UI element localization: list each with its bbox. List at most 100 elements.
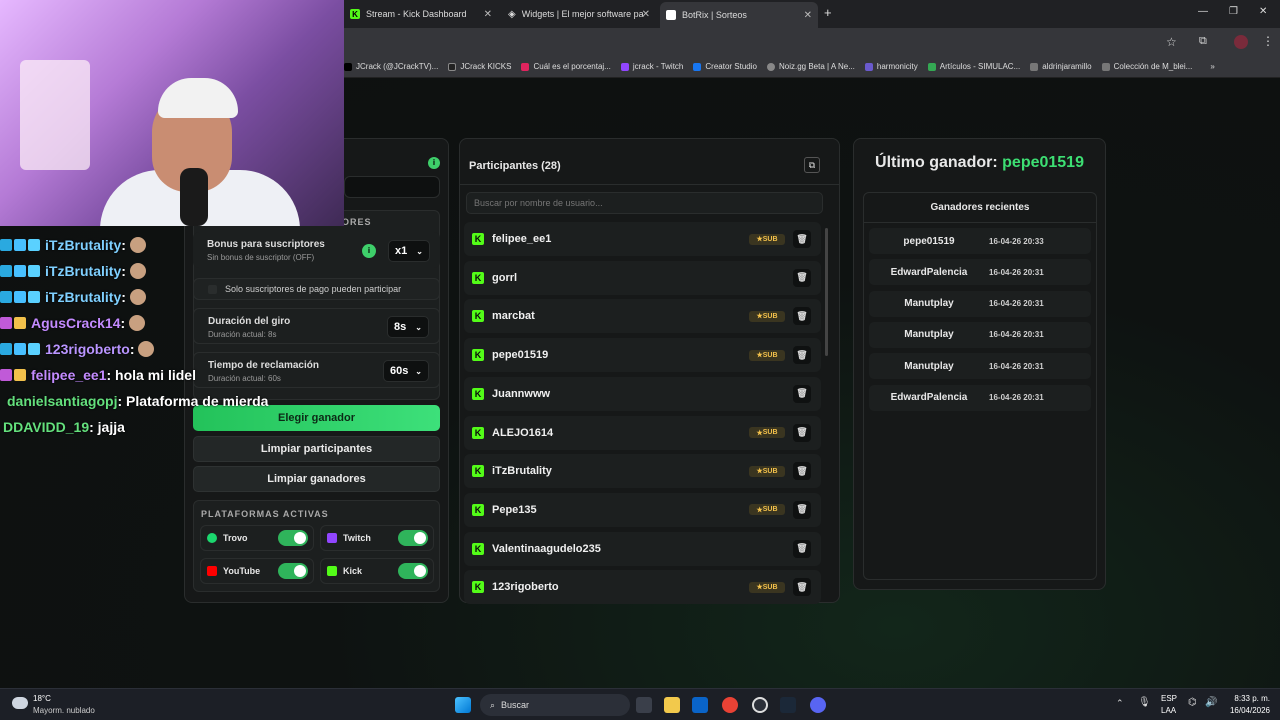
- last-winner-heading: Último ganador: pepe01519: [853, 154, 1106, 172]
- only-subs-label: Solo suscriptores de pago pueden partici…: [225, 284, 402, 294]
- profile-icon[interactable]: [1234, 35, 1248, 49]
- twitch-toggle[interactable]: [398, 530, 428, 546]
- participant-row: Kfelipee_ee1 ★ SUB 🗑: [464, 222, 821, 256]
- close-icon[interactable]: ✕: [484, 9, 492, 20]
- bookmark[interactable]: Artículos - SIMULAC...: [927, 62, 1020, 71]
- only-subs-row[interactable]: Solo suscriptores de pago pueden partici…: [193, 278, 440, 300]
- bookmark[interactable]: harmonicity: [864, 62, 918, 71]
- youtube-toggle[interactable]: [278, 563, 308, 579]
- kick-icon: K: [350, 9, 360, 19]
- sub-badge: ★ SUB: [749, 465, 785, 477]
- new-tab-icon[interactable]: +: [824, 5, 832, 20]
- last-winner-label: Último ganador:: [875, 154, 998, 171]
- trash-icon[interactable]: 🗑: [793, 578, 811, 597]
- trash-icon[interactable]: 🗑: [793, 230, 811, 248]
- kick-icon: K: [472, 233, 484, 245]
- participant-row: K ALEJO1614 ★ SUB 🗑: [464, 415, 821, 450]
- lang-secondary[interactable]: LAA: [1161, 706, 1176, 715]
- copy-icon[interactable]: ⧉: [804, 157, 820, 173]
- taskbar-search[interactable]: ⌕ Buscar: [480, 694, 630, 716]
- sub-badge: ★ SUB: [749, 233, 785, 245]
- info-icon[interactable]: i: [428, 157, 440, 169]
- bookmark[interactable]: Creator Studio: [693, 62, 757, 71]
- trash-icon[interactable]: 🗑: [793, 384, 811, 403]
- chat-username: AgusCrack14: [31, 315, 121, 331]
- close-icon[interactable]: ✕: [642, 9, 650, 20]
- volume-icon[interactable]: 🔊: [1205, 697, 1217, 708]
- minimize-icon[interactable]: —: [1198, 6, 1208, 17]
- trash-icon[interactable]: 🗑: [793, 462, 811, 481]
- participant-row: Kpepe01519 ★ SUB 🗑: [464, 338, 821, 373]
- clock-date[interactable]: 16/04/2026: [1222, 706, 1270, 715]
- lang-primary[interactable]: ESP: [1161, 694, 1177, 703]
- chevron-up-icon[interactable]: ⌃: [1116, 698, 1124, 709]
- clear-winners-button[interactable]: Limpiar ganadores: [193, 466, 440, 492]
- clear-participants-button[interactable]: Limpiar participantes: [193, 436, 440, 462]
- spin-select[interactable]: 8s ⌄: [387, 316, 429, 338]
- bookmark[interactable]: JCrack (@JCrackTV)...: [344, 62, 438, 71]
- youtube-icon: [207, 566, 217, 576]
- trash-icon[interactable]: 🗑: [793, 268, 811, 287]
- winner-date: 16-04-26 20:31: [989, 330, 1044, 340]
- participant-search-input[interactable]: [466, 192, 823, 214]
- mic-icon[interactable]: 🎙: [1138, 697, 1151, 708]
- bookmark[interactable]: Colección de M_blei...: [1101, 62, 1192, 71]
- close-window-icon[interactable]: ✕: [1259, 6, 1267, 17]
- settings-input[interactable]: [344, 176, 440, 198]
- clock-time[interactable]: 8:33 p. m.: [1226, 694, 1270, 703]
- trash-icon[interactable]: 🗑: [793, 346, 811, 365]
- bonus-select[interactable]: x1 ⌄: [388, 240, 430, 262]
- participant-row: K Pepe135 ★ SUB 🗑: [464, 492, 821, 527]
- tab-kick-dashboard[interactable]: K Stream - Kick Dashboard ✕: [344, 4, 498, 24]
- winner-row: Manutplay 16-04-26 20:31: [869, 321, 1091, 348]
- bookmark[interactable]: Noiz.gg Beta | A Ne...: [766, 62, 855, 71]
- trash-icon[interactable]: 🗑: [793, 500, 811, 519]
- kick-icon: K: [472, 426, 484, 439]
- trash-icon[interactable]: 🗑: [793, 307, 811, 326]
- info-icon[interactable]: i: [362, 244, 376, 258]
- winner-date: 16-04-26 20:31: [989, 393, 1044, 402]
- weather-desc: Mayorm. nublado: [33, 706, 95, 715]
- chat-text: :: [121, 237, 126, 253]
- network-icon[interactable]: ⌬: [1188, 697, 1197, 708]
- windows-start-icon[interactable]: [455, 697, 471, 713]
- maximize-icon[interactable]: ❐: [1229, 6, 1238, 17]
- steam-icon[interactable]: [780, 697, 796, 713]
- obs-icon[interactable]: [752, 697, 768, 713]
- trovo-toggle[interactable]: [278, 530, 308, 546]
- bookmark[interactable]: Cuál es el porcentaj...: [521, 62, 611, 71]
- platform-trovo: Trovo: [200, 525, 314, 551]
- kick-icon: K: [472, 581, 484, 594]
- mail-icon[interactable]: [692, 697, 708, 713]
- badge-icon: [0, 239, 12, 251]
- tab-label: Widgets | El mejor software pa: [521, 9, 644, 19]
- winner-date: 16-04-26 20:33: [989, 236, 1044, 246]
- close-icon[interactable]: ✕: [804, 10, 812, 21]
- bookmark[interactable]: aldrinjaramillo: [1030, 62, 1092, 71]
- chat-message: AgusCrack14 :: [0, 310, 210, 336]
- task-view-icon[interactable]: [636, 697, 652, 713]
- chat-message: iTzBrutality :: [0, 232, 210, 258]
- menu-icon[interactable]: ⋮: [1262, 34, 1274, 48]
- last-winner-name: pepe01519: [1002, 154, 1084, 171]
- bookmark[interactable]: JCrack KICKS: [448, 62, 511, 71]
- chevron-down-icon: ⌄: [415, 322, 422, 332]
- participant-name: iTzBrutality: [492, 465, 552, 478]
- chat-message: 123rigoberto :: [0, 336, 210, 362]
- scrollbar[interactable]: [825, 228, 828, 356]
- more-bookmarks-icon[interactable]: »: [1210, 62, 1214, 71]
- chrome-icon[interactable]: [722, 697, 738, 713]
- trash-icon[interactable]: 🗑: [793, 423, 811, 442]
- chat-username: iTzBrutality: [45, 237, 122, 253]
- tab-widgets[interactable]: ◈ Widgets | El mejor software pa ✕: [502, 4, 656, 24]
- participant-name: Valentinaagudelo235: [492, 542, 601, 555]
- extensions-icon[interactable]: ⧉: [1199, 35, 1207, 48]
- bookmark[interactable]: jcrack - Twitch: [620, 62, 683, 71]
- kick-toggle[interactable]: [398, 563, 428, 579]
- file-explorer-icon[interactable]: [664, 697, 680, 713]
- claim-select[interactable]: 60s ⌄: [383, 360, 429, 382]
- discord-icon[interactable]: [810, 697, 826, 713]
- star-icon[interactable]: ☆: [1166, 35, 1177, 49]
- trash-icon[interactable]: 🗑: [793, 539, 811, 558]
- tab-botrix-sorteos[interactable]: BotRix | Sorteos ✕: [660, 2, 818, 28]
